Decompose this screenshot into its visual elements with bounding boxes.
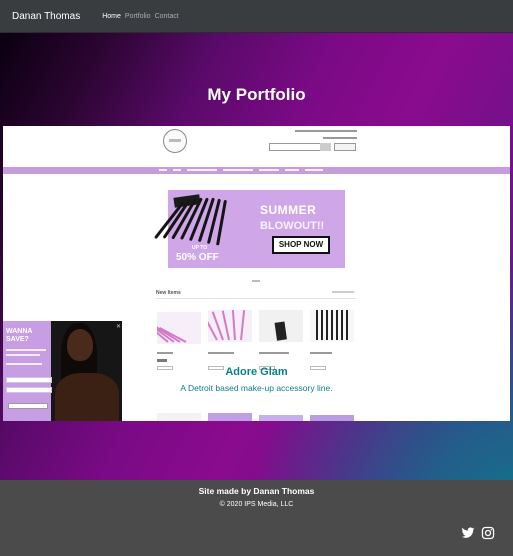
project-title[interactable]: Adore Glam: [0, 366, 513, 378]
popup-heading: WANNA SAVE?: [6, 328, 33, 343]
model-shoulder: [55, 373, 119, 421]
popup-subtext: [6, 349, 46, 351]
promo-banner: SUMMER BLOWOUT!! UP TO 50% OFF SHOP NOW: [153, 190, 345, 268]
popup-submit-button: [8, 403, 48, 409]
banner-discount-prefix: UP TO: [192, 245, 208, 251]
product-thumb: [208, 310, 252, 342]
site-search-icon: [320, 143, 331, 151]
site-menu-item: [159, 169, 167, 171]
product-thumb: [310, 415, 354, 421]
model-face: [67, 329, 93, 361]
footer: Site made by Danan Thomas © 2020 IPS Med…: [0, 480, 513, 556]
product-caption: [310, 352, 332, 354]
site-menu-item: [173, 169, 181, 171]
product-caption: [208, 352, 234, 354]
brand-link[interactable]: Danan Thomas: [12, 11, 80, 22]
view-more-link: [332, 291, 354, 293]
project-description: A Detroit based make-up accessory line.: [180, 383, 333, 393]
product-price: [157, 359, 167, 362]
product-thumb: [157, 312, 201, 344]
site-logo: [163, 129, 187, 153]
banner-headline: SUMMER: [260, 203, 317, 217]
shop-now-button: SHOP NOW: [272, 236, 330, 254]
popup-subtext: [6, 363, 42, 365]
new-items-heading: New Items: [156, 290, 181, 296]
site-menu-item: [285, 169, 299, 171]
product-thumb: [259, 310, 303, 342]
site-cart-icon: [334, 143, 356, 151]
navbar: Danan Thomas Home Portfolio Contact: [0, 0, 513, 33]
product-thumb: [157, 413, 201, 421]
twitter-icon[interactable]: [461, 526, 475, 540]
product-caption: [259, 352, 289, 354]
product-thumb: [208, 413, 252, 421]
nav-link-portfolio[interactable]: Portfolio: [125, 13, 151, 20]
site-menu-item: [305, 169, 323, 171]
site-menu-item: [259, 169, 279, 171]
site-menu-item: [223, 169, 253, 171]
page-title: My Portfolio: [207, 85, 306, 104]
section-divider: [156, 298, 356, 299]
account-links: [323, 137, 357, 139]
banner-discount: 50% OFF: [176, 252, 219, 263]
footer-credit: Site made by Danan Thomas: [198, 486, 315, 496]
product-thumb: [310, 310, 354, 342]
banner-subheadline: BLOWOUT!!: [260, 220, 325, 232]
popup-subtext: [6, 354, 40, 356]
footer-copyright: © 2020 IPS Media, LLC: [219, 501, 294, 508]
announcement-bar: [295, 130, 357, 132]
site-menu-bar: [3, 167, 510, 174]
nav-link-home[interactable]: Home: [102, 13, 121, 20]
nav-link-contact[interactable]: Contact: [155, 13, 179, 20]
carousel-dots: [252, 280, 260, 282]
product-thumb: [259, 415, 303, 421]
product-caption: [157, 352, 173, 354]
popup-close-icon: ✕: [116, 324, 122, 330]
instagram-icon[interactable]: [481, 526, 495, 540]
site-menu-item: [187, 169, 217, 171]
